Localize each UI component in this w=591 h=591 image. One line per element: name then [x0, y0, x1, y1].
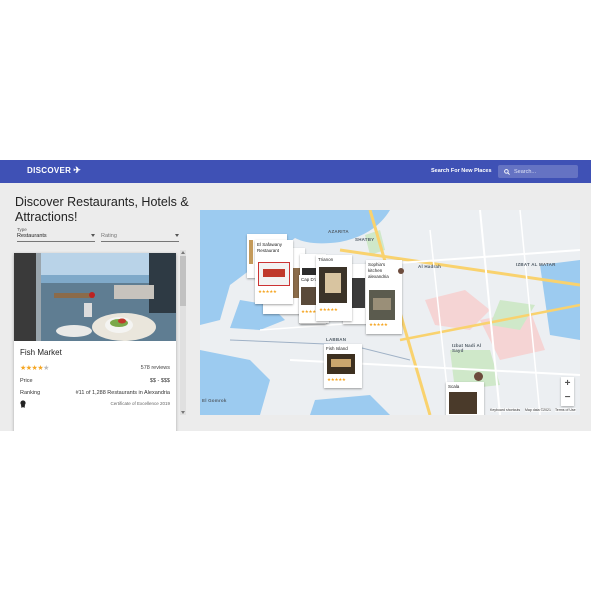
rating-stars: ★★★★★ [20, 364, 49, 372]
rating-stars-empty: ★ [43, 365, 49, 372]
map-data-attribution: Map data ©2021 [525, 408, 551, 412]
scroll-down-arrow-icon[interactable] [181, 411, 185, 414]
map-marker-el-safawany[interactable]: El Safawany Restaurant ★★★★★ [255, 240, 293, 304]
place-card[interactable]: Fish Market ★★★★★ 578 reviews Price $$ -… [14, 253, 176, 431]
search-icon [504, 168, 510, 175]
map-area-label: Izbat Nadi Al Sayd [452, 343, 482, 353]
marker-rating-stars: ★★★★★ [319, 307, 338, 312]
rating-select-label: Rating [101, 233, 117, 239]
map-marker-scala[interactable]: Scala [446, 382, 484, 415]
map-area-label: Al Hadrah [418, 264, 442, 269]
certificate-text: Certificate of Excellence 2019 [110, 401, 170, 406]
map-area-label: AZARITA [328, 229, 349, 234]
page-title: Discover Restaurants, Hotels & Attractio… [15, 195, 189, 224]
type-select-value: Restaurants [17, 233, 47, 239]
zoom-in-button[interactable]: + [561, 377, 574, 391]
map-marker-sophias-kitchen[interactable]: Sophia's kitchen alexandria ★★★★★ [366, 260, 402, 334]
marker-title: Trianon [318, 257, 334, 262]
marker-image [449, 392, 477, 414]
search-label: Search For New Places [431, 168, 492, 174]
list-scrollbar[interactable] [180, 250, 186, 415]
rating-select[interactable]: Rating [101, 227, 179, 242]
rating-stars-filled: ★★★★ [20, 365, 44, 372]
map-view[interactable]: SHATBY AZARITA Al Hadrah IZBAT AL MATAR … [200, 210, 580, 415]
type-select[interactable]: Type Restaurants [17, 227, 95, 242]
marker-image [369, 290, 395, 320]
keyboard-shortcuts-link[interactable]: Keyboard shortcuts [490, 408, 521, 412]
marker-title: El Safawany Restaurant [257, 242, 283, 253]
place-dot-marker[interactable] [398, 268, 404, 274]
restaurant-photo [14, 253, 176, 341]
scroll-thumb[interactable] [180, 256, 186, 306]
marker-image [327, 354, 355, 374]
top-app-bar: DISCOVER ✈ Search For New Places [0, 160, 591, 183]
map-area-label: El Gomrok [202, 398, 227, 403]
scroll-up-arrow-icon[interactable] [181, 251, 185, 254]
ranking-label: Ranking [20, 390, 41, 396]
place-dot-marker[interactable] [474, 372, 483, 381]
app-window: DISCOVER ✈ Search For New Places Discove… [0, 160, 591, 431]
award-icon [20, 400, 26, 408]
search-input[interactable] [514, 168, 572, 175]
search-box[interactable] [498, 165, 578, 178]
marker-rating-stars: ★★★★★ [369, 322, 388, 327]
terms-of-use-link[interactable]: Terms of Use [555, 408, 576, 412]
type-select-label: Type [17, 227, 27, 232]
marker-title: Scala [448, 384, 460, 389]
marker-rating-stars: ★★★★★ [258, 289, 277, 294]
marker-title: Fish Island [326, 346, 348, 351]
marker-title: Sophia's kitchen alexandria [368, 262, 389, 279]
map-marker-fish-island[interactable]: Fish Island ★★★★★ [324, 344, 362, 388]
place-name: Fish Market [20, 348, 62, 357]
brand-logo[interactable]: DISCOVER ✈ [27, 165, 82, 176]
zoom-controls: + − [561, 377, 574, 406]
brand-text: DISCOVER [27, 166, 72, 175]
map-area-label: LABBAN [326, 337, 347, 342]
restaurant-logo-image [258, 262, 290, 286]
map-marker-trianon[interactable]: Trianon ★★★★★ [316, 255, 352, 321]
ranking-value: #11 of 1,288 Restaurants in Alexandria [75, 390, 170, 396]
marker-image [319, 267, 347, 303]
price-value: $$ - $$$ [149, 378, 170, 384]
zoom-out-button[interactable]: − [561, 391, 574, 405]
price-label: Price [20, 378, 33, 384]
marker-rating-stars: ★★★★★ [327, 377, 346, 382]
airplane-icon: ✈ [73, 165, 82, 175]
dropdown-arrow-icon [91, 234, 95, 237]
dropdown-arrow-icon [175, 234, 179, 237]
map-area-label: SHATBY [355, 237, 375, 242]
review-count: 578 reviews [140, 365, 170, 371]
map-area-label: IZBAT AL MATAR [516, 262, 556, 267]
